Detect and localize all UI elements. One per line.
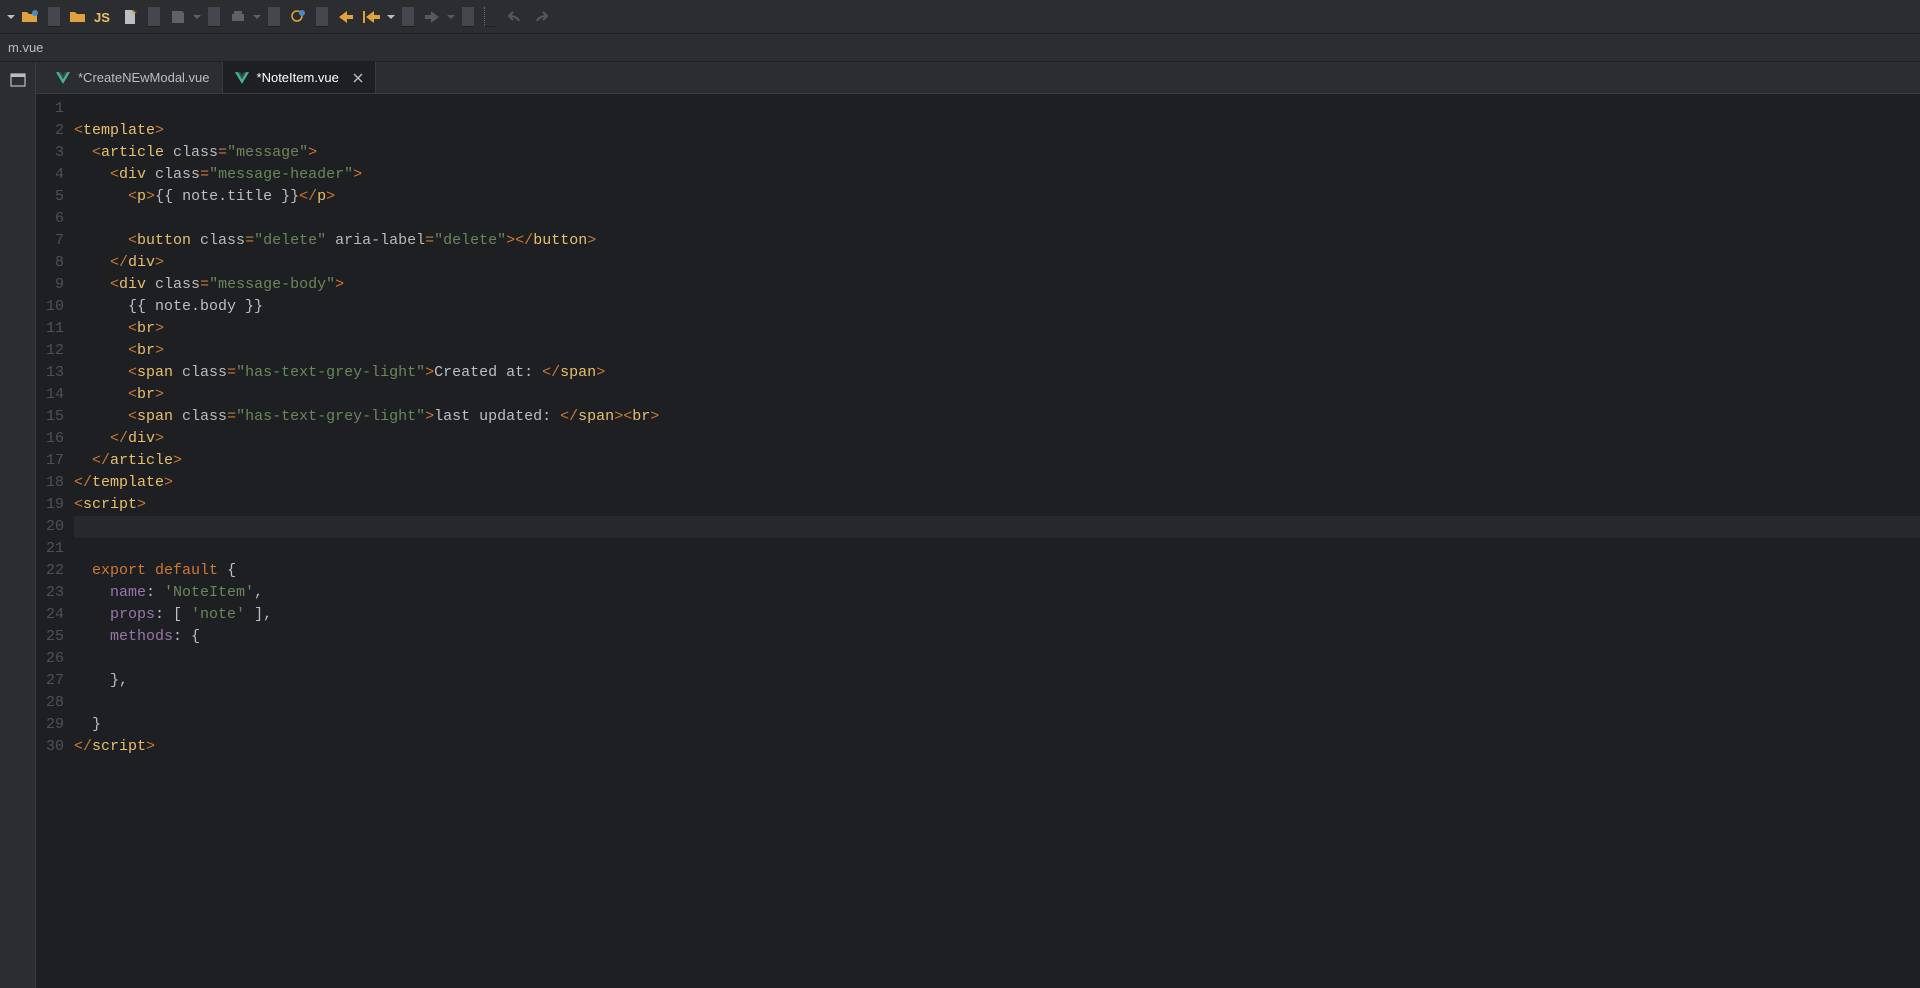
open-folder-icon[interactable]	[18, 5, 42, 29]
dropdown-icon[interactable]	[252, 13, 262, 21]
print-icon[interactable]	[226, 5, 250, 29]
vue-icon	[56, 71, 70, 85]
save-icon[interactable]	[166, 5, 190, 29]
svg-text:JS: JS	[94, 10, 110, 25]
tab-label: *CreateNEwModal.vue	[78, 70, 210, 85]
tab-note-item[interactable]: *NoteItem.vue	[223, 62, 376, 93]
dropdown-icon[interactable]	[6, 13, 16, 21]
restore-panel-icon[interactable]	[6, 68, 30, 92]
breadcrumb-path: m.vue	[8, 40, 43, 55]
separator	[402, 7, 414, 27]
separator	[462, 7, 474, 27]
svg-text:+: +	[131, 9, 137, 19]
new-file-icon[interactable]: +	[118, 5, 142, 29]
dropdown-icon[interactable]	[446, 13, 456, 21]
separator	[48, 7, 60, 27]
vue-icon	[235, 71, 249, 85]
separator	[268, 7, 280, 27]
dropdown-icon[interactable]	[192, 13, 202, 21]
close-icon[interactable]	[353, 73, 363, 83]
code-editor[interactable]: 1234567891011121314151617181920212223242…	[36, 94, 1920, 988]
undo-icon[interactable]	[503, 5, 527, 29]
separator	[148, 7, 160, 27]
open-js-folder-icon[interactable]	[66, 5, 90, 29]
tab-bar: *CreateNEwModal.vue *NoteItem.vue	[36, 62, 1920, 94]
back-icon[interactable]	[334, 5, 358, 29]
separator	[316, 7, 328, 27]
back-to-start-icon[interactable]	[360, 5, 384, 29]
separator	[484, 7, 497, 27]
code-content[interactable]: <template> <article class="message"> <di…	[70, 94, 1920, 988]
redo-icon[interactable]	[529, 5, 553, 29]
tab-create-new-modal[interactable]: *CreateNEwModal.vue	[44, 62, 223, 93]
activity-bar	[0, 62, 36, 988]
forward-icon[interactable]	[420, 5, 444, 29]
main: *CreateNEwModal.vue *NoteItem.vue 123456…	[0, 62, 1920, 988]
breadcrumb: m.vue	[0, 34, 1920, 62]
dropdown-icon[interactable]	[386, 13, 396, 21]
editor-area: *CreateNEwModal.vue *NoteItem.vue 123456…	[36, 62, 1920, 988]
js-icon[interactable]: JS	[92, 5, 116, 29]
separator	[208, 7, 220, 27]
gutter: 1234567891011121314151617181920212223242…	[36, 94, 70, 988]
globe-search-icon[interactable]	[286, 5, 310, 29]
toolbar: JS +	[0, 0, 1920, 34]
tab-label: *NoteItem.vue	[257, 70, 339, 85]
